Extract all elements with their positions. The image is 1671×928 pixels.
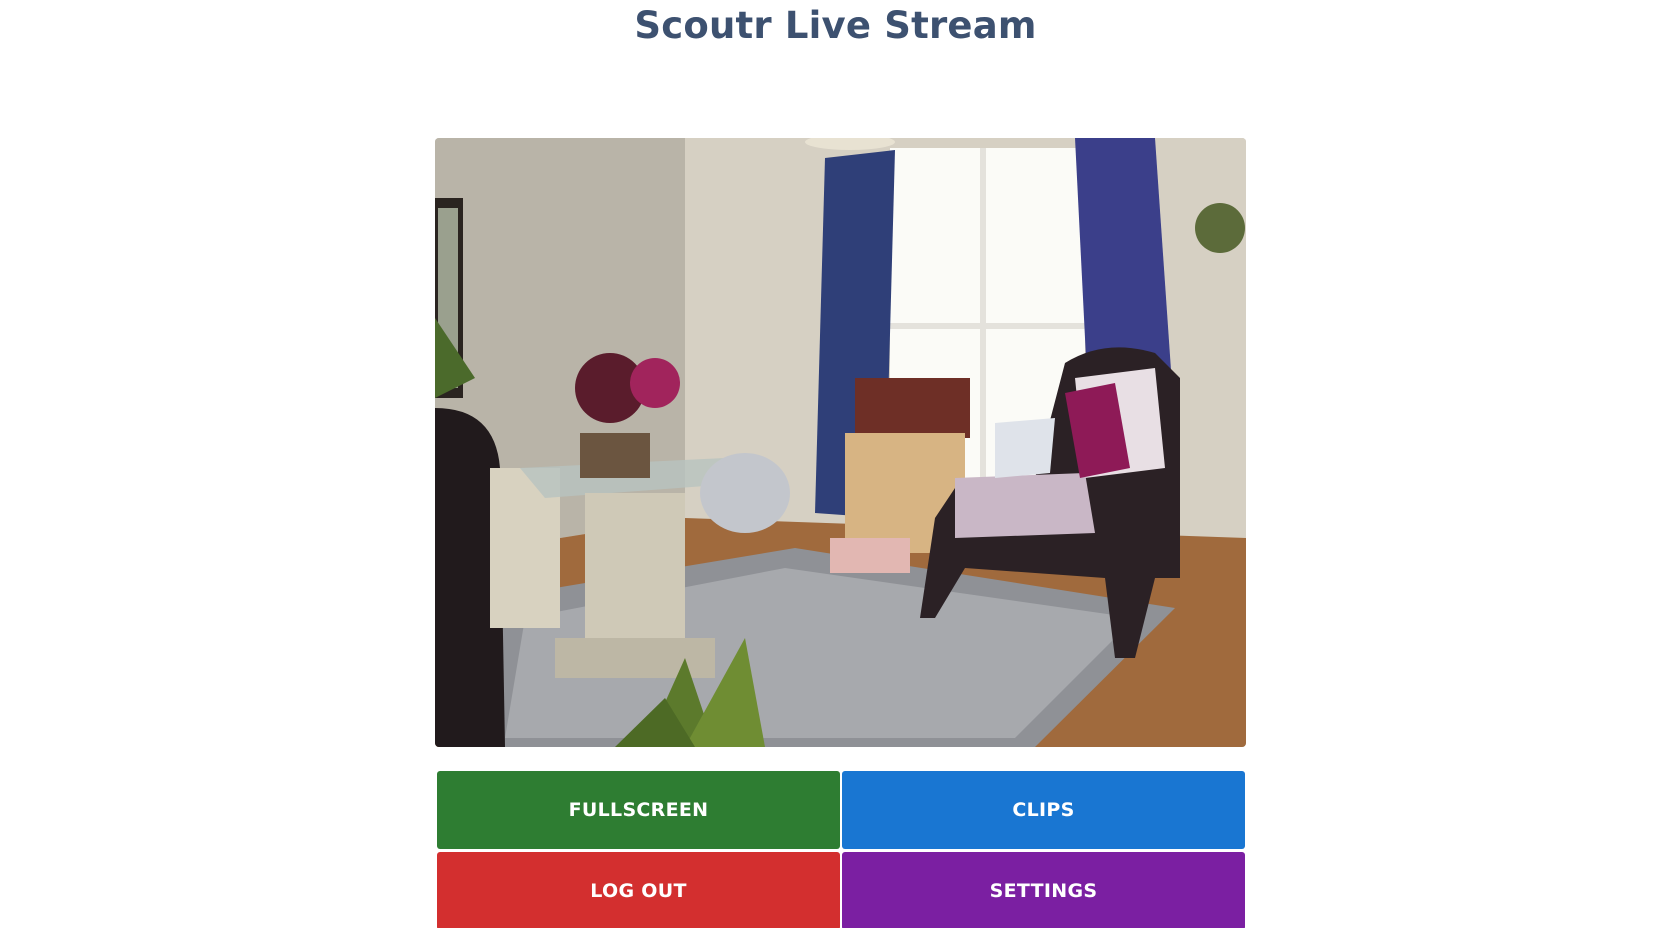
clips-button[interactable]: CLIPS xyxy=(842,771,1245,849)
live-stream-video[interactable] xyxy=(435,138,1246,747)
camera-feed-image xyxy=(435,138,1246,747)
fullscreen-button[interactable]: FULLSCREEN xyxy=(437,771,840,849)
log-out-button[interactable]: LOG OUT xyxy=(437,852,840,928)
settings-button[interactable]: SETTINGS xyxy=(842,852,1245,928)
page: Scoutr Live Stream FULLSCREEN CLIPS LOG … xyxy=(0,0,1671,928)
page-title: Scoutr Live Stream xyxy=(634,4,1037,47)
